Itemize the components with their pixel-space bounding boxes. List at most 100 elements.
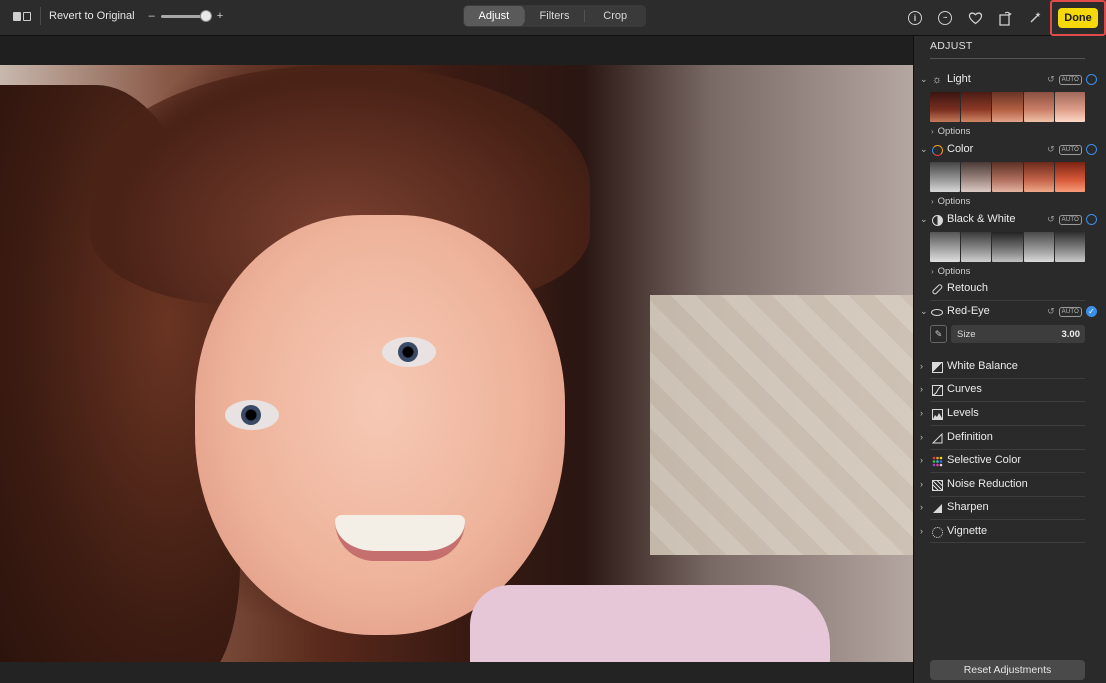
section-selective-color: › Selective Color: [914, 452, 1106, 470]
red-eye-size-slider[interactable]: Size 3.00: [951, 325, 1085, 343]
split-view-icon[interactable]: [10, 7, 34, 25]
revert-to-original-button[interactable]: Revert to Original: [47, 10, 137, 22]
chevron-down-icon[interactable]: ⌄: [920, 144, 928, 155]
thumbnail[interactable]: [1055, 92, 1085, 122]
zoom-plus[interactable]: +: [217, 10, 223, 22]
section-vignette: › Vignette: [914, 523, 1106, 541]
reset-adjustments-button[interactable]: Reset Adjustments: [930, 660, 1085, 680]
info-icon: i: [908, 11, 922, 25]
auto-button[interactable]: AUTO: [1059, 75, 1082, 85]
zoom-minus[interactable]: –: [149, 10, 155, 22]
section-noise-reduction-header[interactable]: › Noise Reduction: [914, 476, 1106, 494]
row-divider: [930, 542, 1085, 543]
color-options[interactable]: ›Options: [931, 196, 970, 207]
sidebar-title: ADJUST: [930, 40, 973, 52]
red-eye-size-row: ✎ Size 3.00: [930, 325, 1085, 343]
section-red-eye-label: Red-Eye: [947, 305, 990, 317]
tab-filters[interactable]: Filters: [525, 6, 585, 26]
section-red-eye-header[interactable]: ⌄ Red-Eye ↺ AUTO ✓: [914, 303, 1106, 321]
thumbnail[interactable]: [961, 232, 991, 262]
section-sharpen-label: Sharpen: [947, 501, 989, 513]
thumbnail[interactable]: [1024, 162, 1054, 192]
more-button[interactable]: ···: [930, 3, 960, 33]
light-thumbnail-strip[interactable]: [930, 92, 1085, 122]
size-label: Size: [957, 329, 975, 340]
photo-shirt: [470, 585, 830, 662]
selective-color-icon: [931, 455, 943, 467]
toggle-light[interactable]: [1086, 74, 1097, 85]
chevron-right-icon[interactable]: ›: [920, 455, 928, 465]
thumbnail[interactable]: [1024, 232, 1054, 262]
row-divider: [930, 519, 1085, 520]
section-curves-header[interactable]: › Curves: [914, 381, 1106, 399]
section-color-header[interactable]: ⌄ Color ↺AUTO: [914, 141, 1106, 159]
auto-button[interactable]: AUTO: [1059, 145, 1082, 155]
brush-icon[interactable]: ✎: [930, 325, 947, 343]
chevron-right-icon[interactable]: ›: [920, 432, 928, 442]
section-sharpen-header[interactable]: › Sharpen: [914, 499, 1106, 517]
photo-background-cushion: [650, 295, 913, 555]
mode-tabs: Adjust Filters Crop: [463, 5, 646, 27]
tab-adjust[interactable]: Adjust: [464, 6, 524, 26]
favorite-button[interactable]: [960, 3, 990, 33]
noise-reduction-icon: [931, 479, 943, 491]
thumbnail[interactable]: [992, 232, 1022, 262]
chevron-right-icon[interactable]: ›: [920, 361, 928, 371]
thumbnail[interactable]: [992, 92, 1022, 122]
thumbnail[interactable]: [930, 162, 960, 192]
undo-icon[interactable]: ↺: [1047, 214, 1055, 225]
photo-canvas[interactable]: [0, 36, 913, 683]
black-white-thumbnail-strip[interactable]: [930, 232, 1085, 262]
section-red-eye: ⌄ Red-Eye ↺ AUTO ✓: [914, 303, 1106, 321]
undo-icon[interactable]: ↺: [1047, 144, 1055, 155]
chevron-right-icon[interactable]: ›: [920, 408, 928, 418]
section-white-balance-header[interactable]: › White Balance: [914, 358, 1106, 376]
section-retouch-label: Retouch: [947, 282, 988, 294]
toggle-black-white[interactable]: [1086, 214, 1097, 225]
toggle-color[interactable]: [1086, 144, 1097, 155]
chevron-right-icon: ›: [931, 267, 934, 276]
photo[interactable]: [0, 65, 913, 662]
section-definition-header[interactable]: › Definition: [914, 429, 1106, 447]
chevron-right-icon[interactable]: ›: [920, 384, 928, 394]
thumbnail[interactable]: [992, 162, 1022, 192]
chevron-right-icon[interactable]: ›: [920, 479, 928, 489]
zoom-slider[interactable]: [161, 15, 211, 18]
color-thumbnail-strip[interactable]: [930, 162, 1085, 192]
color-ring-icon: [931, 144, 943, 156]
zoom-slider-knob[interactable]: [200, 10, 212, 22]
thumbnail[interactable]: [961, 162, 991, 192]
curves-icon: [931, 384, 943, 396]
section-black-white-header[interactable]: ⌄ Black & White ↺AUTO: [914, 211, 1106, 229]
black-white-options[interactable]: ›Options: [931, 266, 970, 277]
chevron-down-icon[interactable]: ⌄: [920, 306, 928, 317]
chevron-right-icon[interactable]: ›: [920, 526, 928, 536]
auto-button[interactable]: AUTO: [1059, 215, 1082, 225]
auto-button[interactable]: AUTO: [1059, 307, 1082, 317]
section-light-header[interactable]: ⌄ ☼ Light ↺AUTO: [914, 71, 1106, 89]
section-levels-header[interactable]: › Levels: [914, 405, 1106, 423]
thumbnail[interactable]: [1055, 232, 1085, 262]
chevron-down-icon[interactable]: ⌄: [920, 74, 928, 85]
section-selective-color-header[interactable]: › Selective Color: [914, 452, 1106, 470]
rotate-button[interactable]: [990, 3, 1020, 33]
thumbnail[interactable]: [1055, 162, 1085, 192]
thumbnail[interactable]: [1024, 92, 1054, 122]
vignette-icon: [931, 526, 943, 538]
thumbnail[interactable]: [961, 92, 991, 122]
toggle-red-eye-checked[interactable]: ✓: [1086, 306, 1097, 317]
section-retouch-header[interactable]: Retouch: [914, 280, 1106, 298]
undo-icon[interactable]: ↺: [1047, 74, 1055, 85]
tab-crop[interactable]: Crop: [585, 6, 645, 26]
done-button[interactable]: Done: [1058, 8, 1098, 28]
chevron-right-icon[interactable]: ›: [920, 502, 928, 512]
info-button[interactable]: i: [900, 3, 930, 33]
undo-icon[interactable]: ↺: [1047, 306, 1055, 317]
auto-enhance-button[interactable]: [1020, 3, 1050, 33]
chevron-down-icon[interactable]: ⌄: [920, 214, 928, 225]
thumbnail[interactable]: [930, 92, 960, 122]
light-options[interactable]: ›Options: [931, 126, 970, 137]
section-vignette-header[interactable]: › Vignette: [914, 523, 1106, 541]
size-value: 3.00: [1062, 329, 1081, 340]
thumbnail[interactable]: [930, 232, 960, 262]
